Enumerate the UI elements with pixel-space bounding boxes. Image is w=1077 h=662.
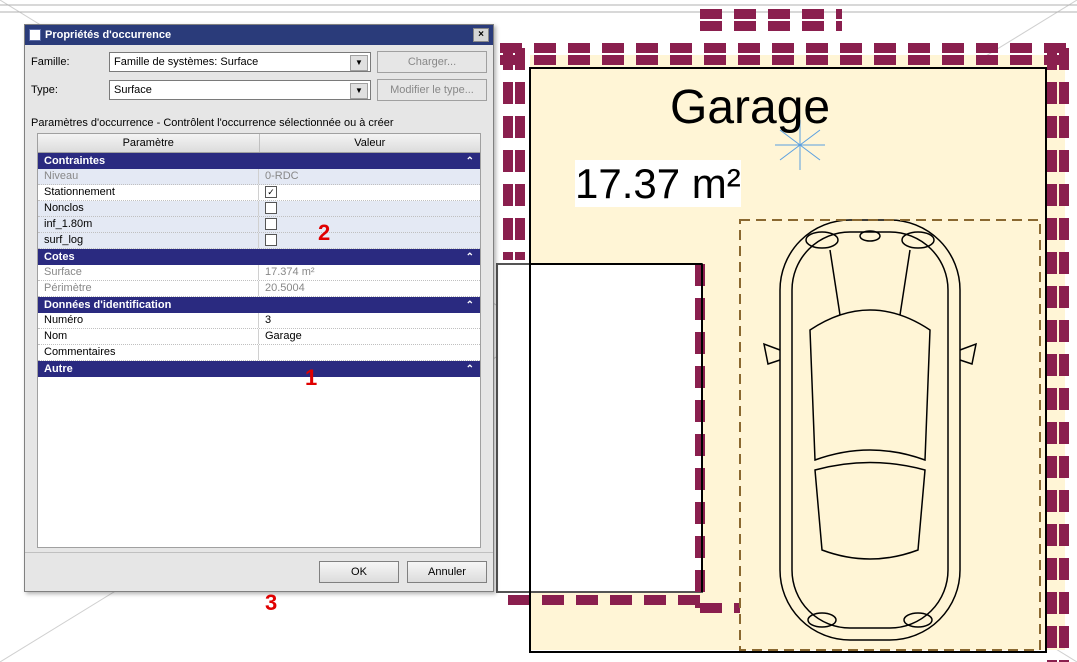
property-grid: Paramètre Valeur Contraintes ⌃ Niveau0-RDC… — [37, 133, 481, 548]
param-row[interactable]: Niveau0-RDC — [38, 169, 480, 185]
room-name-text: Garage — [670, 81, 830, 134]
family-label: Famille: — [31, 56, 103, 68]
dialog-titlebar[interactable]: Propriétés d'occurrence × — [25, 25, 493, 45]
family-select[interactable]: Famille de systèmes: Surface — [109, 52, 371, 72]
param-value[interactable] — [259, 217, 480, 232]
param-value[interactable] — [259, 233, 480, 248]
type-select[interactable]: Surface — [109, 80, 371, 100]
dialog-footer: OK Annuler — [25, 552, 493, 591]
properties-dialog: Propriétés d'occurrence × Famille: Famil… — [24, 24, 494, 592]
category-name: Autre — [44, 363, 73, 375]
load-button[interactable]: Charger... — [377, 51, 487, 73]
param-name: Nom — [38, 329, 259, 344]
param-name: Stationnement — [38, 185, 259, 200]
param-row[interactable]: Stationnement — [38, 185, 480, 201]
param-value[interactable]: 17.374 m² — [259, 265, 480, 280]
category-header[interactable]: Cotes ⌃ — [38, 249, 480, 265]
checkbox[interactable] — [265, 234, 277, 246]
param-name: Commentaires — [38, 345, 259, 360]
category-name: Données d'identification — [44, 299, 171, 311]
checkbox[interactable] — [265, 186, 277, 198]
room-name-label: Garage — [670, 80, 830, 135]
chevron-icon: ⌃ — [466, 252, 474, 263]
family-select-value: Famille de systèmes: Surface — [114, 56, 258, 68]
app-icon — [29, 29, 41, 41]
col-header-param[interactable]: Paramètre — [38, 134, 260, 152]
param-name: Niveau — [38, 169, 259, 184]
param-name: Nonclos — [38, 201, 259, 216]
checkbox[interactable] — [265, 218, 277, 230]
param-value[interactable]: 0-RDC — [259, 169, 480, 184]
param-row[interactable]: Périmètre20.5004 — [38, 281, 480, 297]
room-area-text: 17.37 m² — [575, 160, 741, 207]
param-row[interactable]: surf_log — [38, 233, 480, 249]
category-name: Contraintes — [44, 155, 105, 167]
grid-empty-area — [38, 377, 480, 547]
category-header[interactable]: Données d'identification ⌃ — [38, 297, 480, 313]
param-row[interactable]: Nonclos — [38, 201, 480, 217]
param-value[interactable]: 20.5004 — [259, 281, 480, 296]
category-header[interactable]: Contraintes ⌃ — [38, 153, 480, 169]
chevron-icon: ⌃ — [466, 300, 474, 311]
param-name: surf_log — [38, 233, 259, 248]
annotation-2: 2 — [318, 220, 330, 246]
dialog-body: Famille: Famille de systèmes: Surface Ch… — [25, 45, 493, 111]
param-name: inf_1.80m — [38, 217, 259, 232]
checkbox[interactable] — [265, 202, 277, 214]
param-value[interactable] — [259, 345, 480, 360]
modify-type-button[interactable]: Modifier le type... — [377, 79, 487, 101]
param-row[interactable]: inf_1.80m — [38, 217, 480, 233]
chevron-icon: ⌃ — [466, 364, 474, 375]
type-select-value: Surface — [114, 84, 152, 96]
annotation-3: 3 — [265, 590, 277, 616]
param-name: Périmètre — [38, 281, 259, 296]
param-row[interactable]: Surface17.374 m² — [38, 265, 480, 281]
param-name: Numéro — [38, 313, 259, 328]
dialog-title: Propriétés d'occurrence — [45, 29, 469, 41]
param-row[interactable]: NomGarage — [38, 329, 480, 345]
param-value[interactable] — [259, 201, 480, 216]
param-row[interactable]: Commentaires — [38, 345, 480, 361]
annotation-1: 1 — [305, 365, 317, 391]
grid-caption: Paramètres d'occurrence - Contrôlent l'o… — [25, 111, 493, 133]
ok-button[interactable]: OK — [319, 561, 399, 583]
param-row[interactable]: Numéro3 — [38, 313, 480, 329]
cancel-button[interactable]: Annuler — [407, 561, 487, 583]
category-header[interactable]: Autre ⌃ — [38, 361, 480, 377]
param-value[interactable]: Garage — [259, 329, 480, 344]
chevron-icon: ⌃ — [466, 156, 474, 167]
room-area-label: 17.37 m² — [575, 160, 741, 208]
type-label: Type: — [31, 84, 103, 96]
category-name: Cotes — [44, 251, 75, 263]
param-value[interactable]: 3 — [259, 313, 480, 328]
close-button[interactable]: × — [473, 28, 489, 42]
col-header-value[interactable]: Valeur — [260, 134, 481, 152]
param-name: Surface — [38, 265, 259, 280]
param-value[interactable] — [259, 185, 480, 200]
